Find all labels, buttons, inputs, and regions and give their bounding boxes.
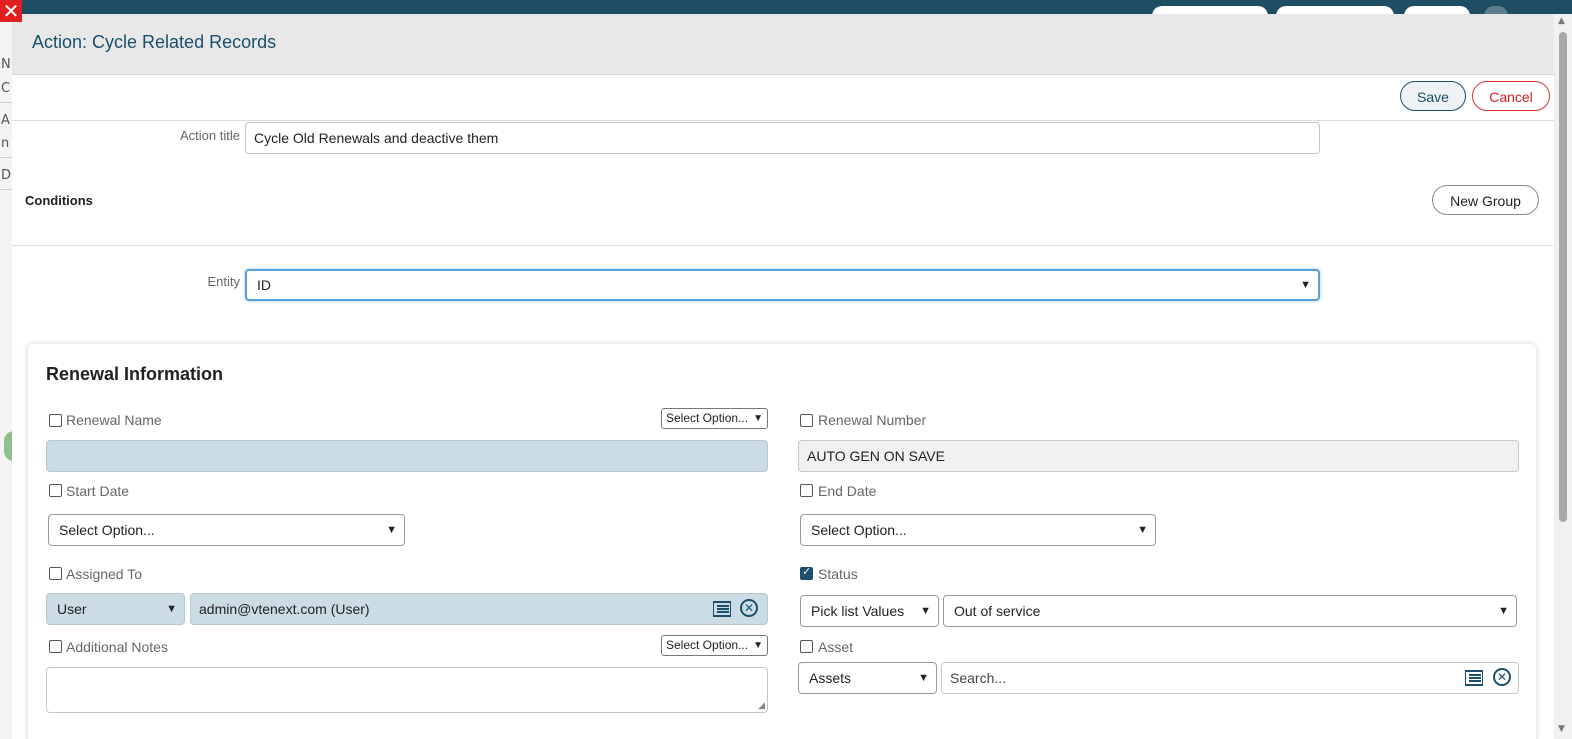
chevron-down-icon: ▼ bbox=[1498, 605, 1509, 617]
background-text: N bbox=[1, 57, 11, 72]
renewal-name-checkbox[interactable] bbox=[49, 414, 62, 427]
status-checkbox[interactable] bbox=[800, 565, 813, 580]
background-text: A bbox=[1, 113, 10, 128]
start-date-label: Start Date bbox=[66, 483, 130, 499]
start-date-checkbox[interactable] bbox=[49, 484, 62, 497]
chevron-down-icon: ▼ bbox=[918, 672, 929, 684]
chevron-down-icon: ▼ bbox=[1137, 524, 1148, 536]
entity-select-value: ID bbox=[257, 277, 271, 293]
background-text: D bbox=[1, 168, 12, 183]
divider bbox=[12, 245, 1554, 246]
entity-label: Entity bbox=[207, 274, 240, 289]
additional-notes-operator-select[interactable]: Select Option... ▼ bbox=[661, 635, 768, 656]
renewal-number-checkbox[interactable] bbox=[800, 414, 813, 427]
status-value: Out of service bbox=[954, 603, 1041, 619]
background-text: n bbox=[1, 136, 10, 151]
cancel-button[interactable]: Cancel bbox=[1472, 81, 1550, 111]
asset-search-input[interactable]: Search... bbox=[941, 662, 1519, 694]
assigned-to-checkbox[interactable] bbox=[49, 567, 62, 580]
asset-checkbox[interactable] bbox=[800, 640, 813, 653]
end-date-select-value: Select Option... bbox=[811, 522, 907, 538]
entity-select[interactable]: ID ▼ bbox=[245, 269, 1320, 301]
clear-circle-icon[interactable]: ✕ bbox=[740, 599, 758, 617]
assigned-to-type-value: User bbox=[57, 601, 87, 617]
chevron-down-icon: ▼ bbox=[753, 413, 763, 424]
renewal-number-label: Renewal Number bbox=[818, 412, 927, 428]
action-title-label: Action title bbox=[180, 128, 240, 143]
clear-circle-icon[interactable]: ✕ bbox=[1493, 668, 1511, 686]
additional-notes-operator-value: Select Option... bbox=[666, 638, 749, 652]
chevron-down-icon: ▼ bbox=[920, 605, 931, 617]
renewal-information-card: Renewal Information Renewal Name Select … bbox=[28, 344, 1536, 739]
status-type-select[interactable]: Pick list Values ▼ bbox=[800, 595, 939, 627]
scroll-up-icon[interactable]: ▲ bbox=[1558, 16, 1565, 26]
save-button[interactable]: Save bbox=[1400, 81, 1466, 111]
assigned-to-value: admin@vtenext.com (User) bbox=[199, 601, 370, 617]
asset-module-select[interactable]: Assets ▼ bbox=[798, 662, 937, 694]
status-type-value: Pick list Values bbox=[811, 603, 905, 619]
action-title-input[interactable]: Cycle Old Renewals and deactive them bbox=[245, 122, 1320, 154]
resize-grip-icon[interactable]: ◢ bbox=[758, 701, 765, 711]
chevron-down-icon: ▼ bbox=[753, 640, 763, 651]
scroll-thumb[interactable] bbox=[1559, 32, 1567, 522]
background-text: C bbox=[1, 81, 11, 96]
start-date-select[interactable]: Select Option... ▼ bbox=[48, 514, 405, 546]
action-modal: Action: Cycle Related Records Save Cance… bbox=[12, 14, 1554, 739]
new-group-button[interactable]: New Group bbox=[1432, 185, 1539, 215]
end-date-checkbox[interactable] bbox=[800, 484, 813, 497]
additional-notes-label: Additional Notes bbox=[66, 639, 168, 655]
card-title: Renewal Information bbox=[46, 364, 224, 384]
renewal-name-operator-select[interactable]: Select Option... ▼ bbox=[661, 408, 768, 429]
assigned-to-input[interactable]: admin@vtenext.com (User) bbox=[190, 593, 768, 625]
renewal-name-input[interactable] bbox=[46, 440, 768, 472]
end-date-label: End Date bbox=[818, 483, 877, 499]
chevron-down-icon: ▼ bbox=[386, 524, 397, 536]
list-icon[interactable] bbox=[713, 601, 731, 617]
end-date-select[interactable]: Select Option... ▼ bbox=[800, 514, 1156, 546]
scroll-down-icon[interactable]: ▼ bbox=[1558, 724, 1565, 734]
assigned-to-type-select[interactable]: User ▼ bbox=[46, 593, 185, 625]
additional-notes-textarea[interactable]: ◢ bbox=[46, 667, 768, 713]
status-label: Status bbox=[818, 566, 858, 582]
start-date-select-value: Select Option... bbox=[59, 522, 155, 538]
modal-header: Action: Cycle Related Records bbox=[12, 14, 1554, 75]
modal-title: Action: Cycle Related Records bbox=[32, 32, 277, 52]
list-icon[interactable] bbox=[1465, 670, 1483, 686]
renewal-number-input: AUTO GEN ON SAVE bbox=[798, 440, 1519, 472]
scrollbar[interactable]: ▲ ▼ bbox=[1554, 14, 1572, 739]
conditions-label: Conditions bbox=[25, 193, 93, 208]
background-top-bar bbox=[0, 0, 1572, 26]
close-icon[interactable]: ✕ bbox=[0, 0, 22, 22]
renewal-name-label: Renewal Name bbox=[66, 412, 162, 428]
assigned-to-label: Assigned To bbox=[66, 566, 143, 582]
asset-module-value: Assets bbox=[809, 670, 852, 686]
chevron-down-icon: ▼ bbox=[166, 603, 177, 615]
status-value-select[interactable]: Out of service ▼ bbox=[943, 595, 1517, 627]
divider bbox=[12, 120, 1554, 121]
additional-notes-checkbox[interactable] bbox=[49, 640, 62, 653]
renewal-name-operator-value: Select Option... bbox=[666, 411, 749, 425]
chevron-down-icon: ▼ bbox=[1300, 279, 1311, 291]
asset-label: Asset bbox=[818, 639, 854, 655]
